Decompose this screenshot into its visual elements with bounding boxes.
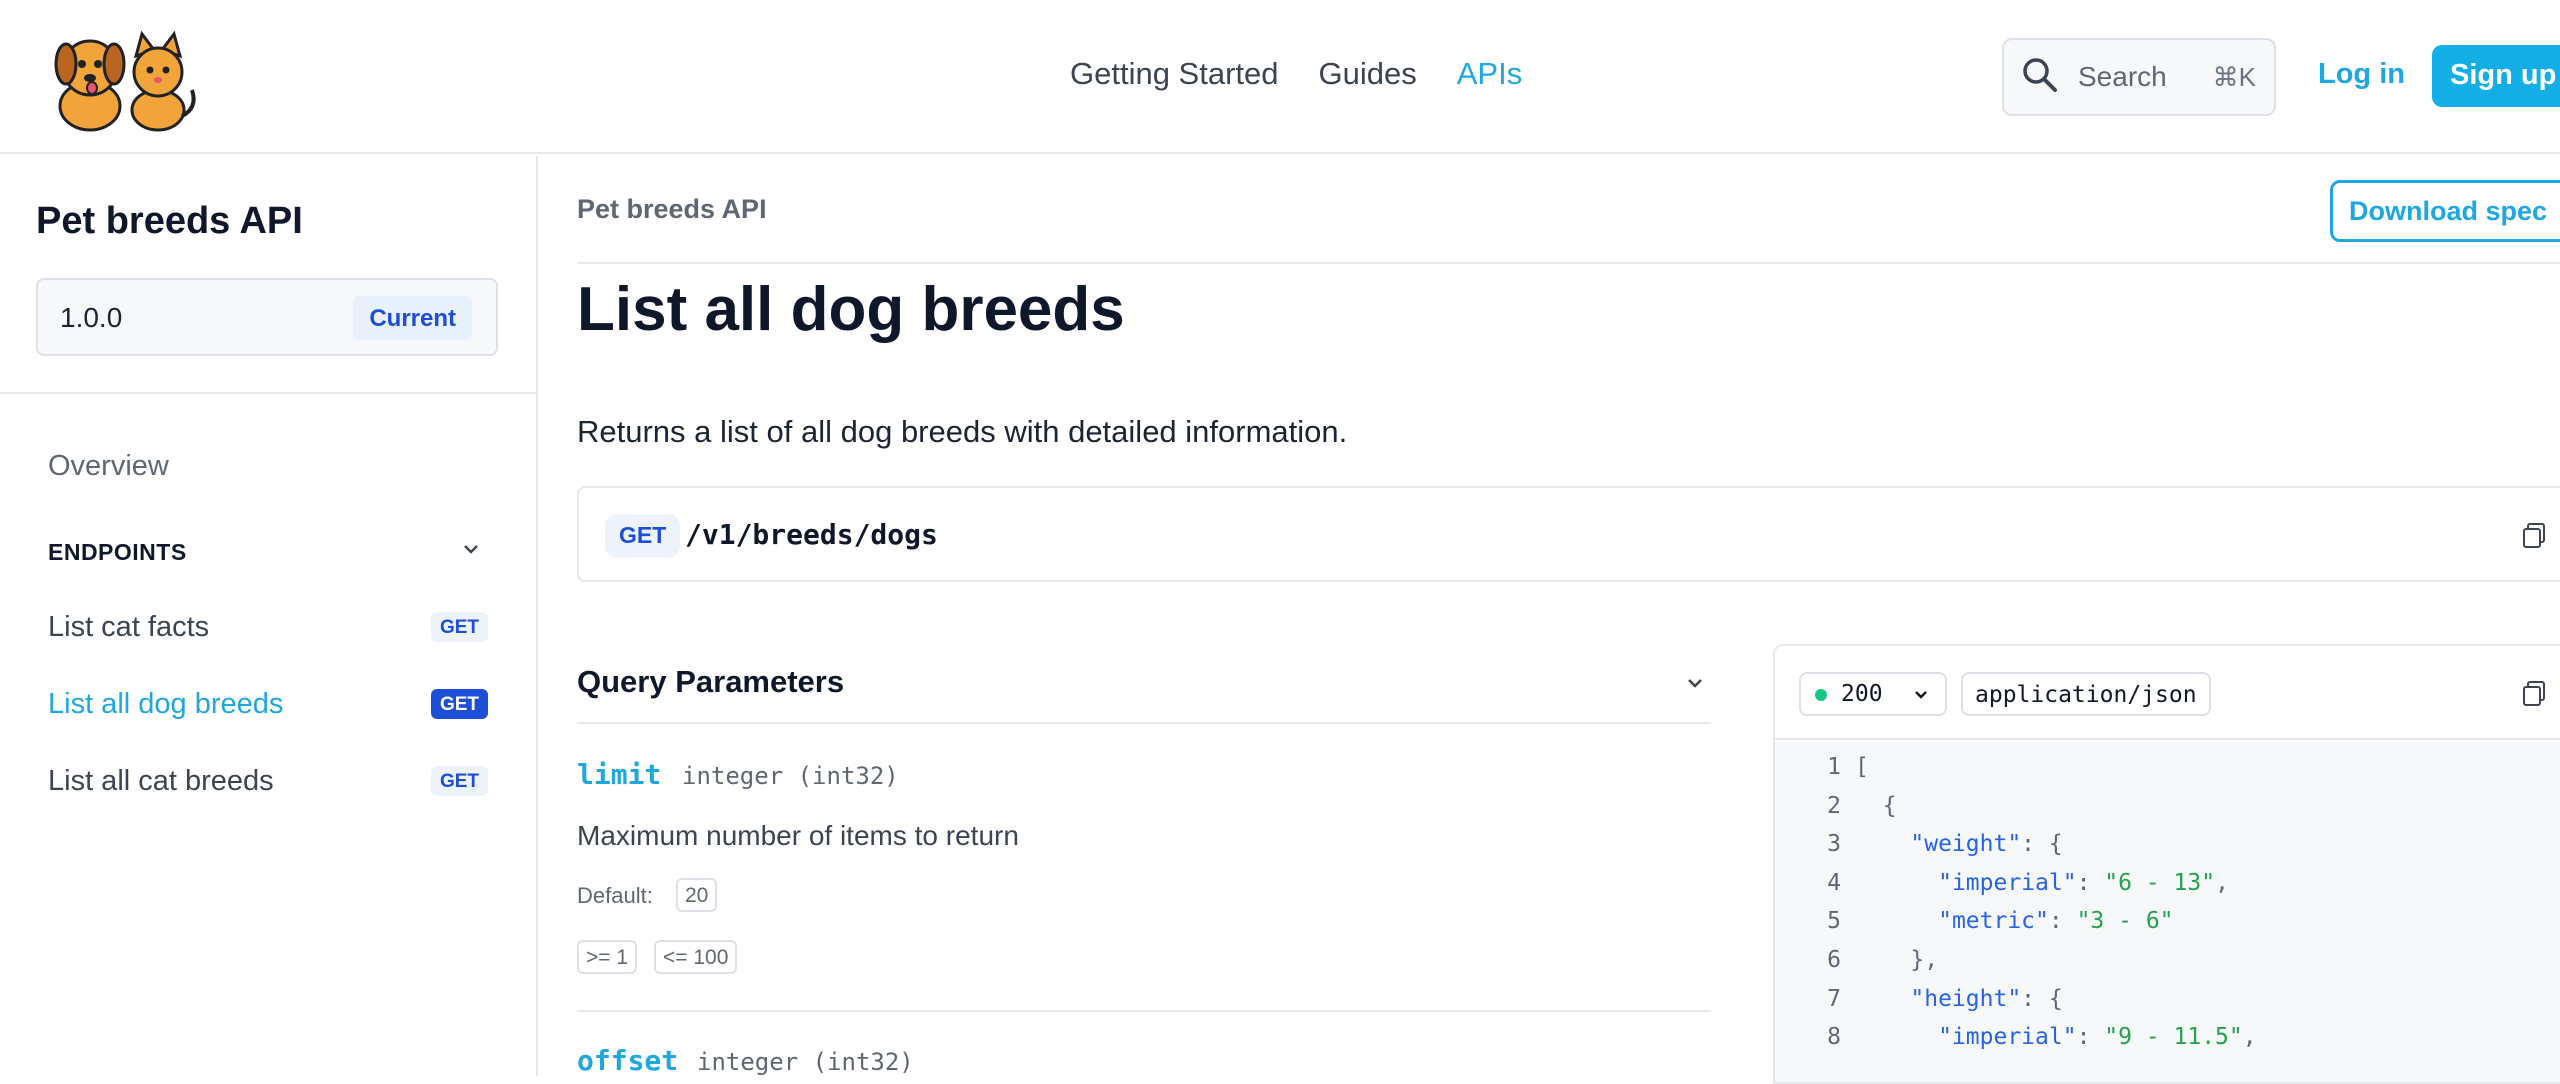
line-number: 7 [1827,985,1841,1012]
status-code: 200 [1841,681,1883,707]
code-text: "imperial": "9 - 11.5", [1855,1024,2257,1050]
method-badge: GET [430,766,488,796]
code-text: "metric": "3 - 6" [1855,908,2174,935]
json-punctuation: { [1882,792,1897,819]
method-badge: GET [430,612,488,642]
param-description: Maximum number of items to return [577,820,1019,851]
query-parameters-heading[interactable]: Query Parameters [577,664,844,700]
code-text: { [1855,793,1897,819]
json-key: "weight" [1910,831,2022,858]
json-punctuation: : { [2021,831,2063,858]
sidebar-divider [0,392,536,394]
json-key: "imperial" [1938,869,2077,896]
json-punctuation: : [2048,908,2077,935]
json-string: "3 - 6" [2076,908,2174,935]
code-text: "imperial": "6 - 13", [1855,870,2229,896]
json-punctuation: [ [1855,754,1869,780]
signup-button[interactable]: Sign up [2432,45,2560,107]
sidebar: Pet breeds API 1.0.0 Current Overview EN… [0,156,538,1076]
constraint-chip: <= 100 [654,940,738,974]
code-text: "height": { [1855,985,2063,1012]
sidebar-item-list-all-dog-breeds[interactable]: List all dog breeds GET [48,682,488,726]
endpoint-description: Returns a list of all dog breeds with de… [577,414,1348,449]
json-punctuation: : { [2021,985,2063,1012]
code-text: }, [1855,947,1938,973]
api-title: Pet breeds API [36,200,303,242]
param-name: offset [577,1044,679,1077]
version-current-badge: Current [353,296,472,340]
json-key: "metric" [1938,908,2049,935]
json-punctuation: }, [1910,947,1939,973]
primary-nav: Getting Started Guides APIs [1070,56,1522,92]
copy-icon[interactable] [2519,678,2549,708]
method-badge: GET [430,689,488,719]
line-number: 5 [1827,908,1841,935]
param-name: limit [577,758,662,791]
sidebar-item-overview[interactable]: Overview [48,450,169,483]
response-example-panel: 200 application/json 1[2 {3 "weight": {4… [1773,644,2560,1084]
json-punctuation: , [2242,1024,2257,1051]
line-number: 4 [1827,869,1841,896]
download-spec-button[interactable]: Download spec [2330,180,2560,242]
endpoint-url-box: GET /v1/breeds/dogs [577,486,2560,582]
chevron-down-icon [1911,685,1931,705]
main-content: Pet breeds API Download spec List all do… [540,156,2560,1084]
sidebar-item-label: List cat facts [48,611,210,643]
sidebar-item-label: List all cat breeds [48,765,274,797]
method-badge: GET [605,514,681,558]
nav-apis[interactable]: APIs [1457,56,1522,92]
json-string: "9 - 11.5" [2104,1024,2243,1051]
page-title: List all dog breeds [577,275,1125,344]
response-header: 200 application/json [1775,646,2560,740]
constraint-chip: >= 1 [577,940,638,974]
chevron-down-icon[interactable] [1682,670,1708,696]
line-number: 2 [1827,792,1841,819]
sidebar-item-label: List all dog breeds [48,688,284,720]
endpoint-path: /v1/breeds/dogs [685,518,938,551]
section-divider [577,722,1711,724]
version-selector[interactable]: 1.0.0 Current [36,278,498,356]
sidebar-item-list-cat-facts[interactable]: List cat facts GET [48,605,488,649]
line-number: 3 [1827,831,1841,858]
status-dot [1815,689,1827,701]
default-label: Default: [577,883,653,908]
response-code-block[interactable]: 1[2 {3 "weight": {4 "imperial": "6 - 13"… [1775,742,2560,1082]
header-divider [577,262,2560,264]
sidebar-item-list-all-cat-breeds[interactable]: List all cat breeds GET [48,759,488,803]
content-type-select[interactable]: application/json [1961,672,2211,716]
json-key: "height" [1910,985,2022,1012]
endpoints-heading[interactable]: ENDPOINTS [48,539,187,566]
line-number: 8 [1827,1024,1841,1051]
code-text: [ [1855,754,1869,780]
default-value-chip: 20 [676,878,718,912]
json-punctuation: : [2076,1024,2105,1051]
line-number: 6 [1827,947,1841,973]
status-code-select[interactable]: 200 [1799,672,1947,716]
json-punctuation: , [2215,869,2229,896]
json-key: "imperial" [1938,1024,2077,1051]
breadcrumb[interactable]: Pet breeds API [577,194,767,225]
search-icon [2020,55,2060,100]
json-string: "6 - 13" [2104,869,2216,896]
top-navigation-bar: Getting Started Guides APIs Search ⌘K Lo… [0,0,2560,154]
search-label: Search [2078,61,2167,92]
nav-getting-started[interactable]: Getting Started [1070,56,1279,92]
json-punctuation: : [2076,869,2105,896]
nav-guides[interactable]: Guides [1319,56,1417,92]
param-type: integer (int32) [682,762,899,790]
search-shortcut: ⌘K [2212,61,2256,92]
line-number: 1 [1827,754,1841,780]
param-type: integer (int32) [697,1048,914,1076]
code-text: "weight": { [1855,831,2063,858]
dog-and-cat-logo-icon[interactable] [40,20,202,132]
version-value: 1.0.0 [60,302,123,333]
chevron-down-icon[interactable] [458,536,484,562]
search-button[interactable]: Search ⌘K [2002,38,2276,116]
login-link[interactable]: Log in [2318,58,2405,91]
param-divider [577,1010,1711,1012]
copy-icon[interactable] [2519,520,2549,550]
